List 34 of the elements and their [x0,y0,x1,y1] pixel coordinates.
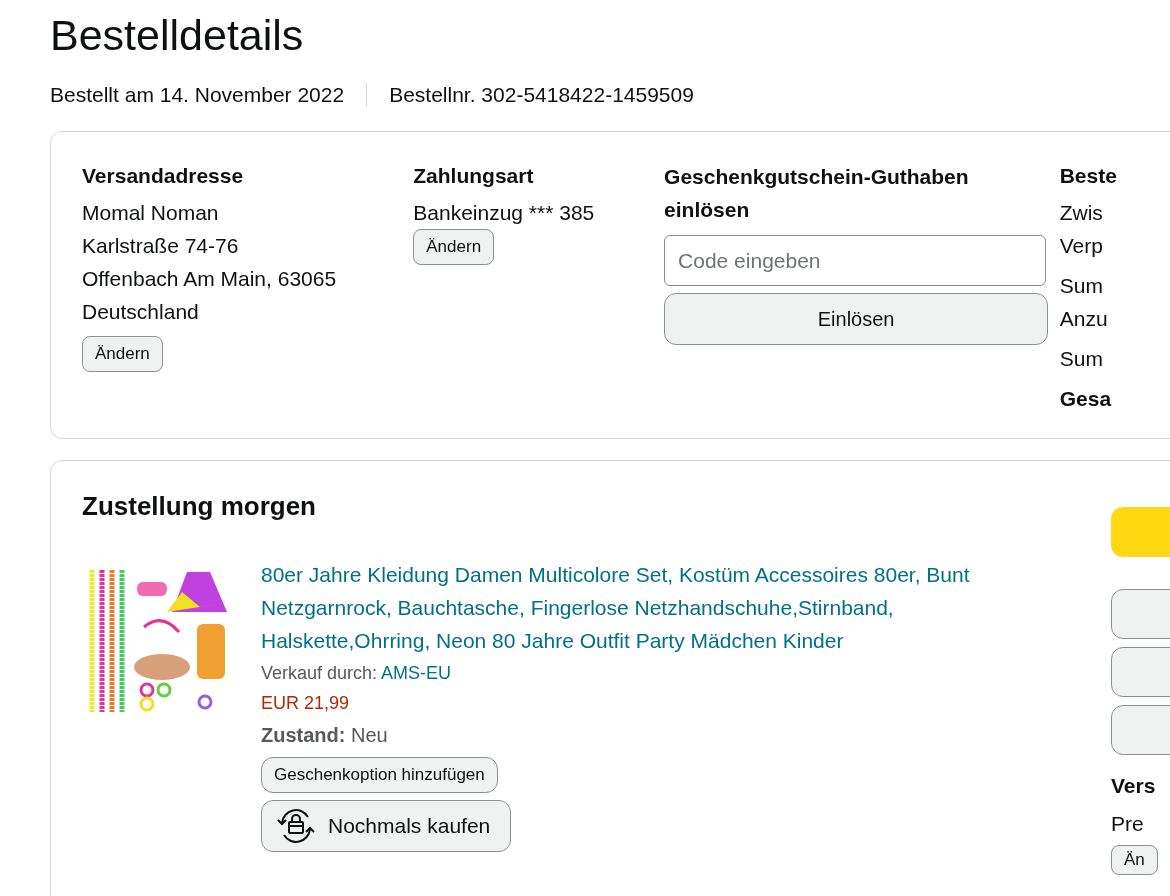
summary-line: Zwis [1059,200,1104,226]
order-meta-text: Bestellt am 14. November 2022 [50,82,345,109]
delivery-heading: Zustellung morgen [82,490,317,523]
change-button[interactable]: Ändern [413,229,495,265]
summary-line: Anzu [1059,306,1109,332]
page-title: Bestelldetails [50,10,305,61]
summary-line: Sum [1059,346,1104,372]
seller-link[interactable]: AMS-EU [381,663,452,683]
section-heading: Zahlungsart [413,163,535,188]
product-price: EUR 21,99 [261,692,350,715]
summary-line: Sum [1059,273,1104,299]
shipping-speed: Pre [1111,811,1144,837]
section-heading: Geschenkgutschein-Guthaben einlösen [664,164,970,223]
buy-again-button[interactable]: Nochmals kaufen [261,800,512,852]
address-line: Offenbach Am Main, 63065 [82,266,338,292]
summary-total: Gesa [1059,386,1113,412]
address-line: Deutschland [82,299,200,325]
product-link[interactable]: 80er Jahre Kleidung Damen Multicolore Set, Kostüm Accessoires 80er, Bunt Netzgarnrock, Bauchtasche, Fingerlose Netzhandschuhe,Stirnband, Halskette,Ohrring, Neon 80 Jahre Outfit Party Mädchen Kinder [261,558,1061,657]
address-line: Momal Noman [82,200,220,226]
condition-text: Zustand: Neu [261,723,388,748]
reorder-bag-icon [276,807,316,845]
summary-line: Verp [1059,233,1104,259]
change-button[interactable]: Ändern [82,336,163,372]
section-heading: Vers [1111,773,1156,799]
section-heading: Versandadresse [82,163,245,188]
change-button[interactable]: Än [1111,845,1158,875]
payment-method: Bankeinzug *** 385 [413,200,596,226]
seller-text: Verkauf durch: AMS-EU [261,662,452,685]
code-input-field[interactable]: Code eingeben [664,235,1047,286]
address-line: Karlstraße 74-76 [82,233,240,259]
redeem-button[interactable]: Einlösen [664,293,1049,345]
gift-option-button[interactable]: Geschenkoption hinzufügen [261,757,498,793]
section-heading: Beste [1059,163,1118,188]
order-meta-text: Bestellnr. 302-5418422-1459509 [389,82,694,109]
